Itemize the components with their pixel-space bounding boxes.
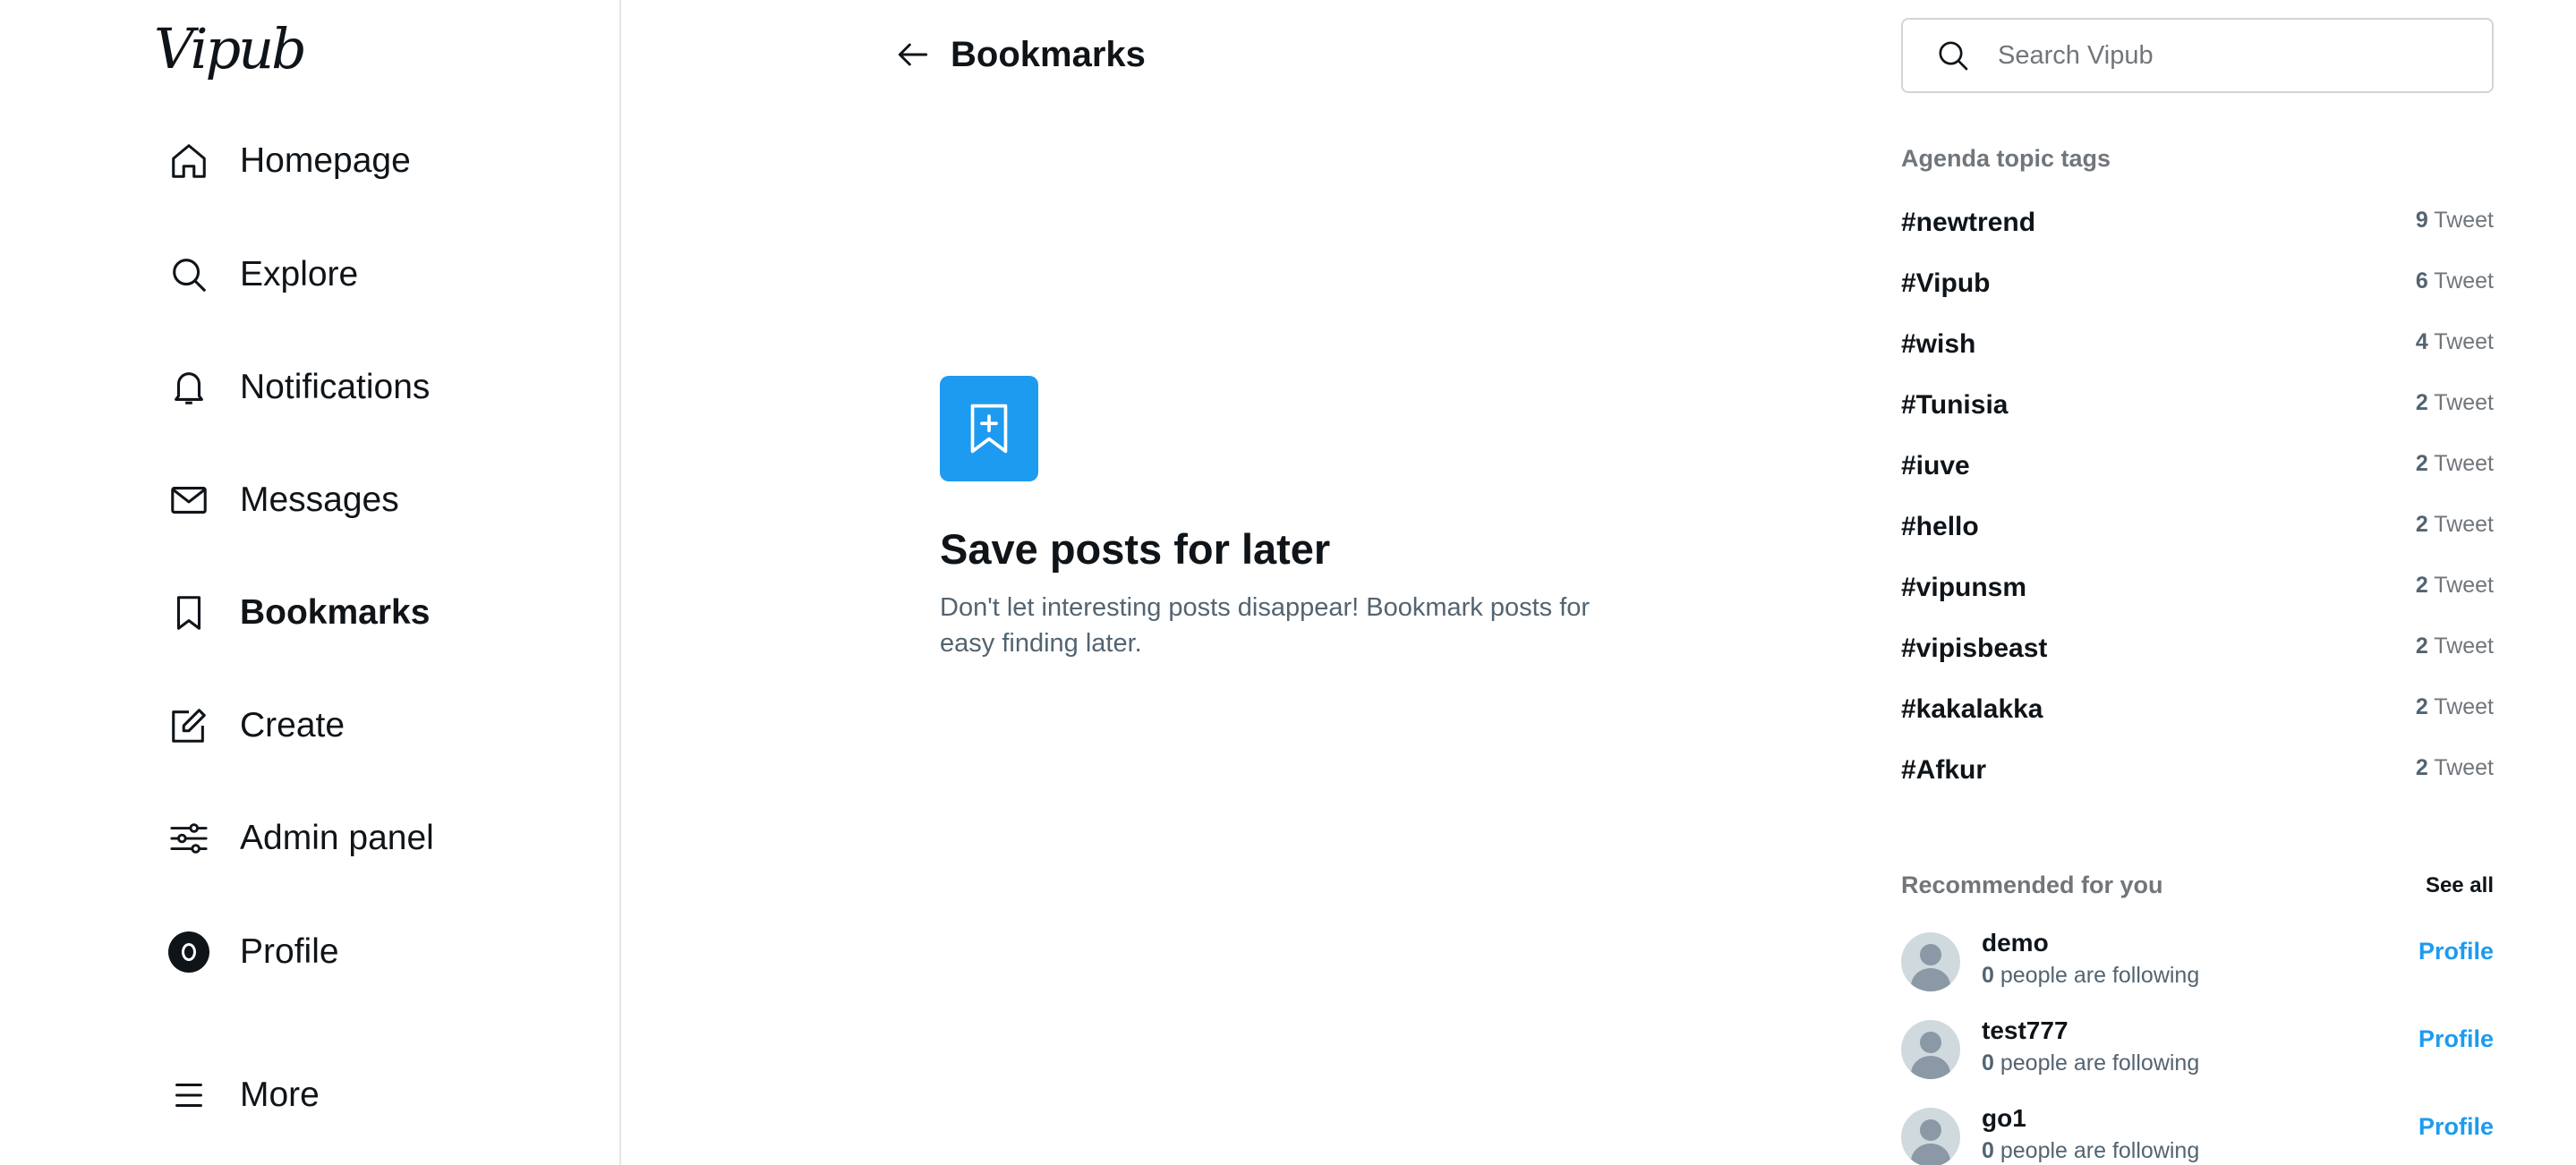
tag-list: #newtrend 9 Tweet #Vipub 6 Tweet #wish 4 Tw… [1901, 191, 2494, 800]
profile-link[interactable]: Profile [2418, 1025, 2494, 1053]
tag-name: #newtrend [1901, 208, 2036, 237]
tag-count: 6 Tweet [2415, 268, 2494, 293]
sidebar-item-label: Messages [240, 480, 399, 519]
sidebar-item-profile[interactable]: Profile [166, 916, 596, 988]
empty-state-description: Don't let interesting posts disappear! B… [940, 593, 1591, 658]
envelope-icon [166, 478, 211, 523]
bookmark-icon [166, 591, 211, 635]
tag-name: #kakalakka [1901, 694, 2043, 724]
following-count: 0 people are following [1982, 963, 2200, 988]
tag-count: 4 Tweet [2415, 329, 2494, 354]
tag-count: 9 Tweet [2415, 208, 2494, 233]
sidebar-item-homepage[interactable]: Homepage [166, 125, 596, 197]
bookmark-add-icon [940, 376, 1038, 481]
sidebar-item-label: Create [240, 706, 345, 744]
tag-count: 2 Tweet [2415, 694, 2494, 719]
tag-count: 2 Tweet [2415, 512, 2494, 537]
search-box[interactable] [1901, 18, 2494, 93]
profile-link[interactable]: Profile [2418, 1113, 2494, 1141]
tag-name: #vipunsm [1901, 573, 2027, 602]
page-title: Bookmarks [951, 34, 1146, 74]
tag-item[interactable]: #wish 4 Tweet [1901, 313, 2494, 374]
sidebar-item-create[interactable]: Create [166, 690, 596, 761]
logo[interactable]: Vipub [154, 21, 307, 77]
tag-name: #Tunisia [1901, 390, 2009, 420]
following-count: 0 people are following [1982, 1050, 2200, 1076]
sidebar: Vipub Homepage Explore Notifications Mes… [0, 0, 621, 1165]
empty-state-title: Save posts for later [940, 525, 1331, 573]
recommended-section-title: Recommended for you [1901, 872, 2163, 898]
tag-count: 2 Tweet [2415, 390, 2494, 415]
sidebar-item-notifications[interactable]: Notifications [166, 352, 596, 423]
sidebar-item-label: Admin panel [240, 819, 434, 857]
tag-count: 2 Tweet [2415, 573, 2494, 598]
tag-item[interactable]: #Vipub 6 Tweet [1901, 252, 2494, 313]
tag-name: #wish [1901, 329, 1976, 359]
search-icon [1939, 41, 1968, 71]
user-name[interactable]: demo [1982, 929, 2418, 957]
search-icon [166, 252, 211, 297]
edit-icon [166, 703, 211, 748]
app: Vipub Homepage Explore Notifications Mes… [0, 0, 2576, 1165]
tag-name: #Afkur [1901, 755, 1987, 785]
tag-count: 2 Tweet [2415, 451, 2494, 476]
right-sidebar: Agenda topic tags #newtrend 9 Tweet #Vipu… [1901, 0, 2494, 1165]
empty-state: Save posts for later Don't let interesti… [940, 376, 1656, 661]
menu-icon [166, 1073, 211, 1118]
tag-name: #Vipub [1901, 268, 1991, 298]
avatar[interactable] [1901, 1108, 1960, 1165]
search-input[interactable] [1998, 40, 2463, 71]
sidebar-item-messages[interactable]: Messages [166, 464, 596, 536]
tag-name: #hello [1901, 512, 1979, 541]
recommended-header: Recommended for you See all [1901, 872, 2494, 899]
following-count: 0 people are following [1982, 1138, 2200, 1163]
sidebar-item-explore[interactable]: Explore [166, 239, 596, 310]
recommended-list: demo 0 people are following Profile test… [1901, 922, 2494, 1165]
sliders-icon [166, 816, 211, 861]
tag-item[interactable]: #hello 2 Tweet [1901, 496, 2494, 557]
sidebar-item-label: Homepage [240, 141, 411, 180]
home-icon [166, 139, 211, 183]
page-header: Bookmarks [890, 23, 1146, 86]
tag-count: 2 Tweet [2415, 634, 2494, 659]
sidebar-item-more[interactable]: More [166, 1059, 596, 1131]
avatar[interactable] [1901, 932, 1960, 991]
tag-item[interactable]: #Tunisia 2 Tweet [1901, 374, 2494, 435]
recommended-user: test777 0 people are following Profile [1901, 1009, 2494, 1097]
sidebar-item-label: More [240, 1076, 320, 1114]
tag-item[interactable]: #vipunsm 2 Tweet [1901, 557, 2494, 617]
sidebar-item-label: Profile [240, 932, 339, 971]
tag-item[interactable]: #vipisbeast 2 Tweet [1901, 617, 2494, 678]
tags-section-title: Agenda topic tags [1901, 145, 2111, 172]
tag-name: #iuve [1901, 451, 1970, 480]
recommended-user: demo 0 people are following Profile [1901, 922, 2494, 1009]
user-name[interactable]: go1 [1982, 1104, 2418, 1133]
user-name[interactable]: test777 [1982, 1016, 2418, 1045]
tag-item[interactable]: #newtrend 9 Tweet [1901, 191, 2494, 252]
sidebar-item-label: Bookmarks [240, 593, 431, 632]
profile-link[interactable]: Profile [2418, 938, 2494, 965]
sidebar-item-admin-panel[interactable]: Admin panel [166, 803, 596, 874]
avatar[interactable] [1901, 1020, 1960, 1079]
tag-count: 2 Tweet [2415, 755, 2494, 780]
sidebar-item-label: Explore [240, 255, 359, 293]
tag-item[interactable]: #Afkur 2 Tweet [1901, 739, 2494, 800]
tag-name: #vipisbeast [1901, 634, 2048, 663]
avatar-icon [166, 930, 211, 974]
bell-icon [166, 365, 211, 410]
sidebar-item-bookmarks[interactable]: Bookmarks [166, 577, 596, 649]
tag-item[interactable]: #iuve 2 Tweet [1901, 435, 2494, 496]
tag-item[interactable]: #kakalakka 2 Tweet [1901, 678, 2494, 739]
sidebar-item-label: Notifications [240, 368, 431, 406]
recommended-user: go1 0 people are following Profile [1901, 1097, 2494, 1165]
see-all-link[interactable]: See all [2426, 873, 2494, 898]
back-arrow-icon[interactable] [890, 31, 936, 78]
